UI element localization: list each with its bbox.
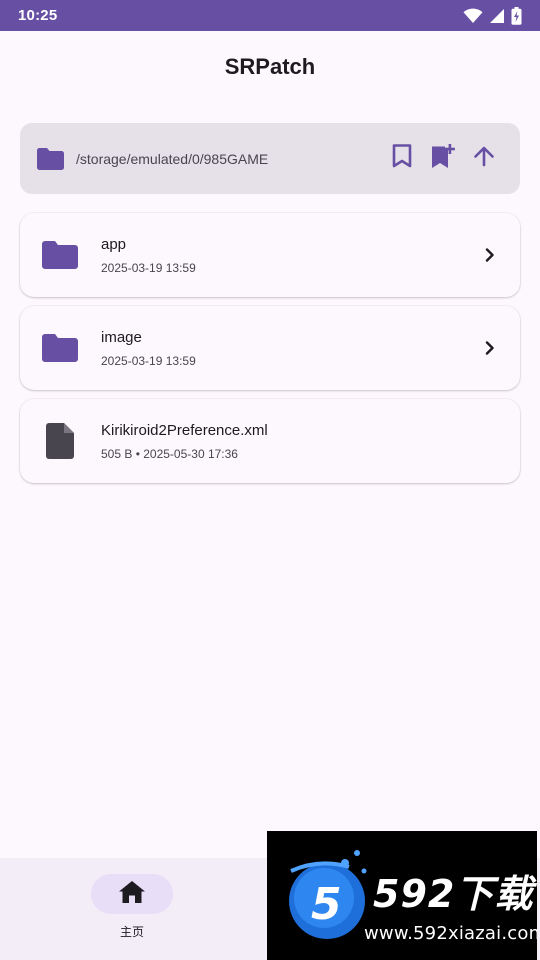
file-meta: 2025-03-19 13:59 <box>101 260 196 275</box>
list-item-app[interactable]: app 2025-03-19 13:59 <box>20 213 520 297</box>
status-bar: 10:25 <box>0 0 540 31</box>
bookmark-add-icon <box>431 143 455 174</box>
file-name: image <box>101 328 142 346</box>
arrow-up-icon <box>473 145 495 172</box>
parent-directory-button[interactable] <box>471 146 497 172</box>
nav-item-home[interactable]: 主页 <box>91 874 173 940</box>
chevron-right-icon <box>480 245 500 265</box>
nav-label: 主页 <box>119 925 144 939</box>
file-name: app <box>101 235 127 253</box>
list-item-image[interactable]: image 2025-03-19 13:59 <box>20 306 520 390</box>
folder-icon <box>37 147 64 170</box>
add-bookmark-button[interactable] <box>430 143 456 174</box>
page-title: SRPatch <box>224 54 316 79</box>
battery-charging-icon <box>511 6 522 25</box>
status-time: 10:25 <box>18 7 58 24</box>
wifi-icon <box>463 8 483 24</box>
watermark-logo-digit: 5 <box>311 879 342 930</box>
bookmark-button[interactable] <box>389 144 415 173</box>
status-icons <box>463 6 522 25</box>
home-icon <box>119 880 145 908</box>
signal-icon <box>489 8 505 24</box>
file-meta: 2025-03-19 13:59 <box>101 353 196 368</box>
file-name: Kirikiroid2Preference.xml <box>101 421 268 439</box>
watermark-brand: 592下载 <box>373 872 534 916</box>
bookmark-icon <box>392 144 412 173</box>
chevron-right-icon <box>480 338 500 358</box>
folder-icon <box>42 237 78 273</box>
file-icon <box>42 423 78 459</box>
watermark: 5 592下载 www.592xiazai.com <box>267 831 537 960</box>
current-path: /storage/emulated/0/985GAME <box>76 150 269 167</box>
list-item-kirikiroid2preference[interactable]: Kirikiroid2Preference.xml 505 B • 2025-0… <box>20 399 520 483</box>
path-bar: /storage/emulated/0/985GAME <box>20 123 520 194</box>
watermark-logo: 5 <box>289 850 367 939</box>
watermark-site: www.592xiazai.com <box>364 923 537 944</box>
folder-icon <box>42 330 78 366</box>
file-meta: 505 B • 2025-05-30 17:36 <box>101 446 238 461</box>
file-list: app 2025-03-19 13:59 image 2025-03-19 13… <box>20 213 520 492</box>
nav-indicator <box>91 874 173 914</box>
